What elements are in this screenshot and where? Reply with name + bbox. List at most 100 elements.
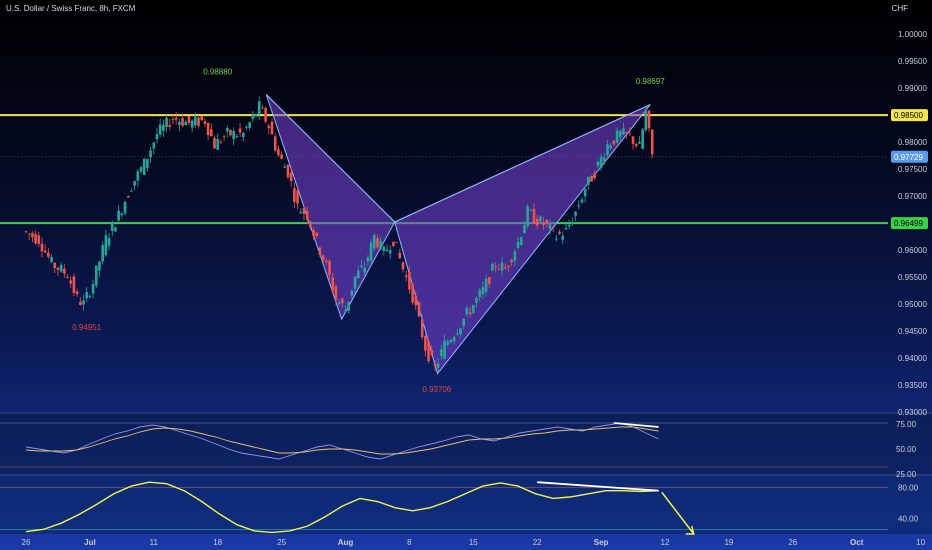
candle-body [414, 295, 418, 306]
candle-body [436, 363, 440, 368]
candle-body [519, 237, 523, 245]
candle-body [478, 290, 481, 298]
candle-body [503, 267, 507, 269]
x-tick-label: 26 [788, 538, 797, 547]
candle-body [420, 319, 424, 338]
candle-body [37, 235, 41, 244]
candle-body [497, 269, 501, 270]
candle-body [606, 144, 609, 156]
candle-body [331, 277, 335, 292]
price-level-label: 0.98500 [894, 111, 923, 120]
candle-body [564, 228, 568, 230]
candle-body [59, 264, 63, 272]
candle-body [472, 304, 475, 313]
candle-body [305, 211, 309, 220]
candle-body [398, 252, 402, 259]
harmonic-pattern-triangle-1 [265, 94, 396, 321]
candle-body [532, 208, 536, 224]
candle-body [133, 181, 136, 186]
candle-body [162, 124, 165, 131]
candle-body [101, 245, 104, 262]
candle-body [510, 259, 513, 263]
candle-body [334, 286, 338, 300]
x-tick-label: 19 [724, 538, 733, 547]
candle-body [625, 132, 628, 134]
candle-body [347, 301, 350, 311]
candle-body [219, 141, 223, 143]
candle-body [27, 233, 31, 235]
candle-body [577, 205, 581, 207]
candle-body [232, 131, 235, 139]
candle-body [139, 167, 143, 172]
candle-body [286, 164, 290, 178]
candle-body [561, 235, 565, 240]
price-level-label: 0.96499 [894, 219, 923, 228]
y-tick-label: 0.99500 [898, 57, 927, 66]
y-tick-label: 0.95000 [898, 300, 927, 309]
candle-body [203, 121, 207, 124]
candle-body [440, 349, 443, 357]
candle-body [296, 190, 299, 204]
candle-body [615, 130, 619, 143]
candle-body [165, 117, 168, 127]
candle-body [599, 156, 603, 168]
candle-body [535, 218, 539, 226]
candle-body [181, 117, 184, 126]
chart-canvas[interactable]: 1.00000 0.99500 0.99000 0.98000 0.97500 0.970… [0, 0, 932, 550]
candle-body [647, 110, 651, 129]
candle-body [417, 302, 421, 317]
candle-body [66, 277, 69, 279]
candle-body [484, 278, 488, 292]
candle-body [222, 136, 226, 138]
x-tick-label: 25 [277, 538, 286, 547]
candle-body [344, 310, 347, 312]
candle-body [254, 114, 258, 117]
candle-body [34, 233, 37, 244]
candle-body [424, 335, 427, 351]
candle-body [40, 243, 44, 252]
candle-body [107, 237, 111, 246]
candle-body [91, 283, 95, 294]
candle-body [158, 124, 162, 135]
candle-body [376, 238, 379, 248]
rsi-tick-label: 25.00 [896, 470, 917, 479]
candle-body [267, 125, 271, 128]
candle-body [299, 212, 303, 214]
candle-body [235, 136, 239, 138]
candle-body [395, 242, 398, 243]
candle-body [583, 189, 587, 197]
candle-body [551, 227, 555, 228]
candle-body [47, 252, 50, 257]
candle-body [382, 246, 386, 251]
candle-body [644, 110, 648, 131]
candle-body [341, 298, 344, 304]
candle-body [628, 133, 632, 135]
candle-body [238, 128, 242, 133]
candle-body [567, 224, 571, 227]
candle-body [315, 232, 319, 237]
candle-body [372, 234, 376, 249]
x-tick-label: Jul [84, 538, 96, 547]
candle-body [75, 291, 79, 295]
candle-body [574, 211, 577, 216]
candle-body [321, 255, 325, 261]
candle-body [430, 349, 434, 356]
candle-body [462, 318, 466, 326]
candle-body [309, 221, 312, 228]
candle-body [545, 220, 549, 224]
candle-body [491, 263, 494, 271]
pattern-point-label: 0.98697 [636, 77, 665, 86]
candle-body [190, 120, 194, 128]
x-tick-label: 11 [150, 538, 159, 547]
candle-body [289, 172, 293, 182]
candle-body [277, 149, 280, 156]
candle-body [216, 139, 219, 150]
candle-body [213, 138, 216, 149]
y-tick-label: 0.97000 [898, 192, 927, 201]
candle-body [283, 166, 287, 168]
x-tick-label: 8 [407, 538, 412, 547]
candle-body [408, 271, 411, 290]
candle-body [174, 117, 178, 120]
candle-body [142, 158, 146, 175]
candle-body [526, 206, 529, 226]
